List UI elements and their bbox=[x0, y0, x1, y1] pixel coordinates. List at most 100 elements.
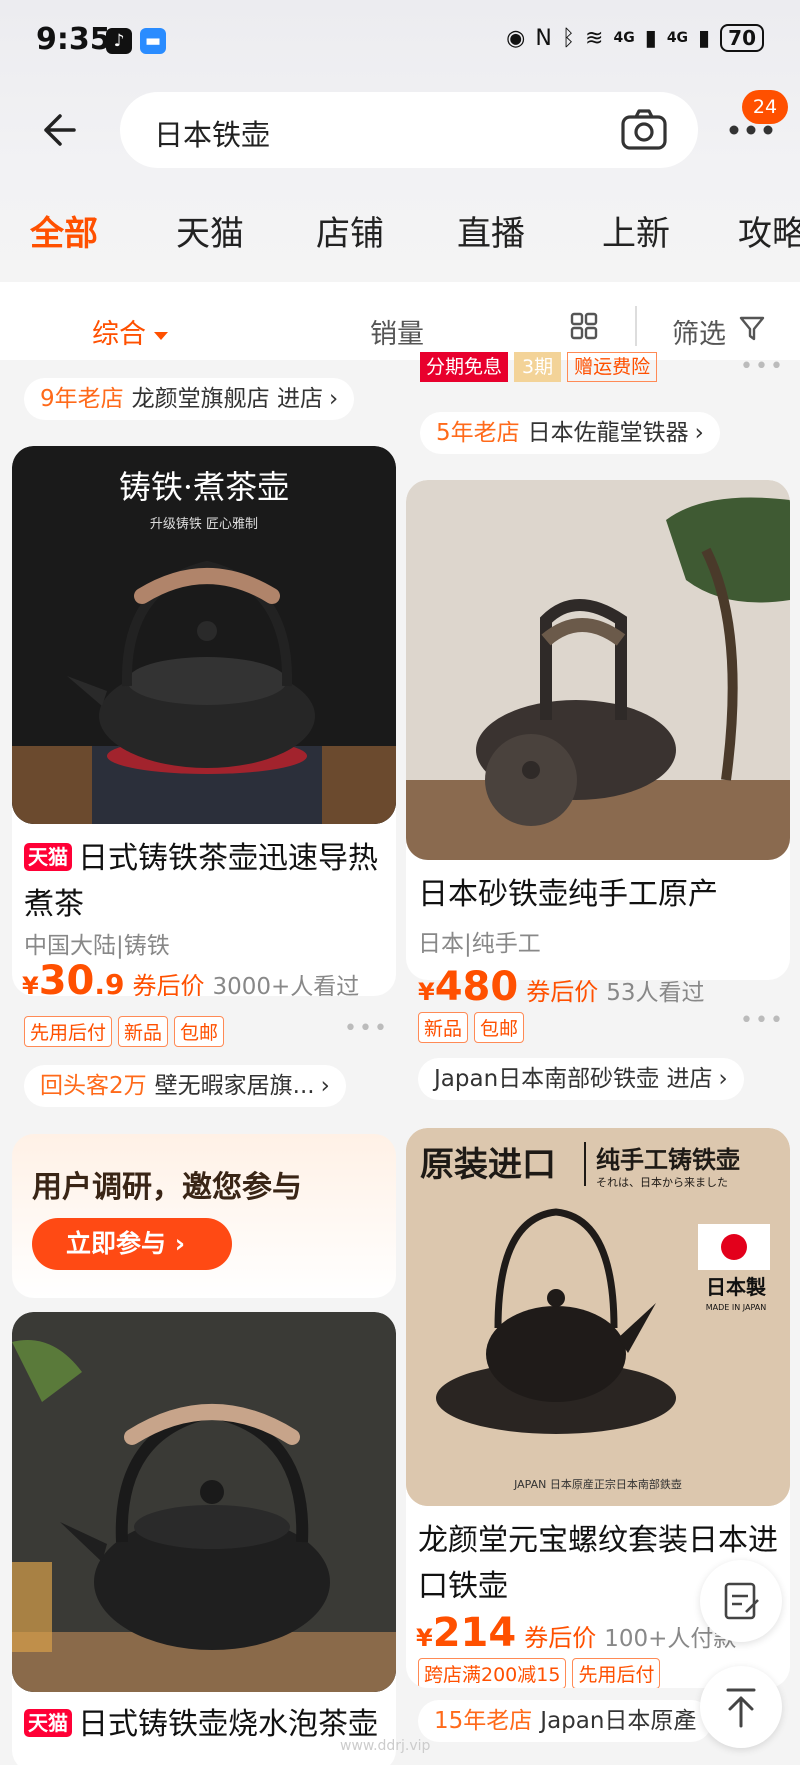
store-pill-4[interactable]: Japan日本南部砂铁壶 进店 › bbox=[418, 1058, 744, 1100]
tab-guides[interactable]: 攻略 bbox=[738, 206, 800, 255]
promo-installment: 分期免息 bbox=[420, 352, 509, 382]
tag: 包邮 bbox=[474, 1012, 525, 1043]
wifi-icon: ≋ bbox=[585, 25, 604, 51]
caret-down-icon bbox=[154, 331, 168, 340]
status-time: 9:35 bbox=[36, 22, 111, 57]
price-symbol: ¥ bbox=[418, 978, 435, 1006]
image-jp-text: それは、日本から来ました bbox=[596, 1175, 728, 1189]
product-attrs: 中国大陆|铸铁 bbox=[24, 933, 170, 959]
product-tags-3: 跨店满200减15 先用后付 bbox=[418, 1658, 661, 1688]
tab-tmall[interactable]: 天猫 bbox=[176, 206, 244, 255]
category-tabs: 全部 天猫 店铺 直播 上新 攻略 bbox=[0, 206, 800, 258]
product-feed: 9年老店 龙颜堂旗舰店 进店 › 分期免息 3期 赠运费险 ••• 5年老店 日本佐龍… bbox=[0, 352, 800, 1765]
price-int: 30 bbox=[38, 958, 95, 996]
store-pill-5[interactable]: 15年老店 Japan日本原產 bbox=[418, 1700, 713, 1742]
boxed-teapot-illustration: 原装进口 纯手工铸铁壶 それは、日本から来ました 日本製 MADE IN JAP… bbox=[406, 1128, 790, 1506]
sort-divider bbox=[635, 306, 637, 346]
image-title-text: 原装进口 bbox=[420, 1145, 556, 1185]
edit-note-icon bbox=[724, 1582, 759, 1620]
status-bar: 9:35 ♪ ▬ ◉ N ᛒ ≋ 4G ▮ 4G ▮ 70 bbox=[0, 0, 800, 82]
arrow-up-icon bbox=[726, 1688, 756, 1728]
after-coupon-label: 券后价 bbox=[526, 978, 599, 1006]
iron-kettle-illustration bbox=[406, 480, 790, 860]
signal-bars-icon-2: ▮ bbox=[698, 25, 711, 51]
product-image-3[interactable]: 原装进口 纯手工铸铁壶 それは、日本から来ました 日本製 MADE IN JAP… bbox=[406, 1128, 790, 1506]
tab-new[interactable]: 上新 bbox=[602, 206, 670, 255]
search-query: 日本铁壶 bbox=[154, 118, 271, 152]
tab-stores[interactable]: 店铺 bbox=[316, 206, 384, 255]
chevron-right-icon: › bbox=[328, 386, 339, 412]
promo-tags: 分期免息 3期 赠运费险 bbox=[420, 352, 658, 382]
signal-bars-icon-1: ▮ bbox=[644, 25, 657, 51]
more-dots-icon[interactable]: ••• bbox=[740, 1008, 785, 1033]
tiktok-icon: ♪ bbox=[106, 28, 132, 54]
product-card-4[interactable]: 天猫 日式铸铁壶烧水泡茶壶 bbox=[12, 1312, 396, 1765]
chevron-right-icon: › bbox=[694, 420, 704, 446]
grid-view-icon[interactable] bbox=[570, 312, 598, 340]
tab-live[interactable]: 直播 bbox=[457, 206, 525, 255]
tag: 新品 bbox=[418, 1012, 469, 1043]
back-arrow-icon[interactable] bbox=[38, 110, 78, 150]
product-image-1[interactable]: 铸铁·煮茶壶 升级铸铁 匠心雅制 bbox=[12, 446, 396, 824]
store-pill-1[interactable]: 9年老店 龙颜堂旗舰店 进店 › bbox=[24, 378, 355, 420]
store-pill-3[interactable]: 回头客2万 壁无暇家居旗... › bbox=[24, 1065, 346, 1107]
store-age: 9年老店 bbox=[40, 386, 124, 412]
product-attrs: 日本|纯手工 bbox=[418, 931, 541, 957]
more-dots-icon[interactable]: ••• bbox=[740, 354, 785, 379]
price-row: ¥214 券后价 100+人付款 bbox=[416, 1610, 736, 1656]
tab-all[interactable]: 全部 bbox=[30, 206, 98, 255]
more-dots-icon[interactable]: ••• bbox=[344, 1016, 389, 1041]
price: ¥480 bbox=[418, 964, 518, 1010]
product-tags-2: 新品 包邮 bbox=[418, 1012, 525, 1043]
survey-question: 用户调研，邀您参与 bbox=[32, 1170, 302, 1205]
product-title: 天猫 日式铸铁壶烧水泡茶壶 bbox=[24, 1702, 378, 1748]
survey-card: 用户调研，邀您参与 立即参与 › bbox=[12, 1134, 396, 1298]
price-int: 480 bbox=[434, 964, 519, 1010]
search-input[interactable]: 日本铁壶 bbox=[120, 92, 698, 168]
product-card-1[interactable]: 铸铁·煮茶壶 升级铸铁 匠心雅制 天猫 日式铸铁茶壶迅速导热煮茶 中国大陆|铸铁 … bbox=[12, 446, 396, 996]
sort-sales[interactable]: 销量 bbox=[370, 312, 424, 351]
store-age: 5年老店 bbox=[436, 420, 520, 446]
survey-join-button[interactable]: 立即参与 › bbox=[32, 1218, 232, 1270]
tmall-badge: 天猫 bbox=[24, 843, 72, 871]
notification-badge: 24 bbox=[742, 90, 788, 124]
store-age: 回头客2万 bbox=[40, 1073, 147, 1099]
product-image-2[interactable] bbox=[406, 480, 790, 860]
price-int: 214 bbox=[432, 1610, 517, 1656]
price-dec: .9 bbox=[94, 968, 125, 996]
product-tags-1: 先用后付 新品 包邮 bbox=[24, 1016, 225, 1047]
price-symbol: ¥ bbox=[22, 972, 39, 996]
status-icons: ◉ N ᛒ ≋ 4G ▮ 4G ▮ 70 bbox=[506, 24, 764, 52]
image-title-text: 铸铁·煮茶壶 bbox=[119, 468, 289, 506]
made-in-japan-text: 日本製 bbox=[706, 1275, 766, 1299]
product-card-2[interactable]: 日本砂铁壶纯手工原产 日本|纯手工 bbox=[406, 480, 790, 980]
price-row: ¥30.9 券后价 3000+人看过 bbox=[22, 958, 359, 996]
view-count: 53人看过 bbox=[606, 980, 705, 1006]
back-to-top-button[interactable] bbox=[700, 1666, 782, 1748]
bluetooth-icon: ᛒ bbox=[561, 25, 576, 51]
after-coupon-label: 券后价 bbox=[524, 1624, 597, 1652]
tmall-badge: 天猫 bbox=[24, 1709, 72, 1737]
product-title-text: 日式铸铁壶烧水泡茶壶 bbox=[78, 1707, 378, 1742]
store-pill-2[interactable]: 5年老店 日本佐龍堂铁器 › bbox=[420, 412, 720, 454]
store-name: Japan日本原產 bbox=[540, 1708, 697, 1734]
battery-indicator: 70 bbox=[720, 24, 764, 52]
sort-comprehensive[interactable]: 综合 bbox=[92, 312, 168, 351]
filter-button[interactable]: 筛选 bbox=[672, 312, 726, 351]
image-subtitle-text: 纯手工铸铁壶 bbox=[596, 1146, 740, 1174]
view-count: 3000+人看过 bbox=[212, 974, 360, 996]
camera-icon[interactable] bbox=[620, 108, 668, 152]
promo-periods: 3期 bbox=[514, 352, 562, 382]
store-age: 15年老店 bbox=[434, 1708, 533, 1734]
promo-insurance: 赠运费险 bbox=[567, 352, 658, 382]
feedback-button[interactable] bbox=[700, 1560, 782, 1642]
price-row: ¥480 券后价 53人看过 bbox=[418, 964, 704, 1010]
signal-icon-1: 4G bbox=[613, 30, 635, 46]
filter-funnel-icon[interactable] bbox=[738, 314, 766, 342]
product-title: 日本砂铁壶纯手工原产 bbox=[418, 877, 718, 912]
message-app-icon: ▬ bbox=[140, 28, 166, 54]
chevron-right-icon: › bbox=[320, 1073, 330, 1099]
product-image-4[interactable] bbox=[12, 1312, 396, 1692]
store-name: 壁无暇家居旗... bbox=[154, 1073, 315, 1099]
product-title-text: 日式铸铁茶壶迅速导热煮茶 bbox=[24, 841, 378, 922]
